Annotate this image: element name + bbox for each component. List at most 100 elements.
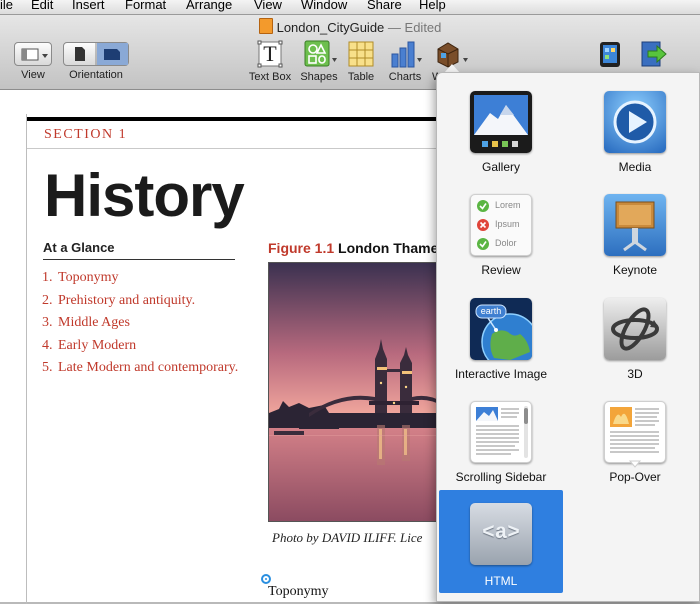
textbox-glyph: T — [263, 41, 277, 66]
toc-text: Toponymy — [58, 270, 119, 285]
table-label: Table — [347, 71, 375, 83]
view-icon — [21, 48, 48, 61]
menu-view[interactable]: View — [254, 0, 282, 12]
widget-label: HTML — [484, 574, 518, 588]
charts-icon — [390, 40, 422, 68]
review-icon: Lorem Ipsum Dolor — [470, 194, 532, 256]
menu-window[interactable]: Window — [301, 0, 347, 12]
menu-format[interactable]: Format — [125, 0, 166, 12]
subheading-toponymy[interactable]: Toponymy — [268, 584, 328, 600]
widget-label: 3D — [627, 367, 643, 381]
widget-keynote[interactable]: Keynote — [573, 180, 697, 280]
toc-number: 4. — [42, 337, 53, 353]
view-button[interactable]: View — [13, 42, 53, 81]
widget-scrolling-sidebar[interactable]: Scrolling Sidebar — [439, 387, 563, 487]
toc-item-middle-ages[interactable]: 3. Middle Ages — [42, 315, 242, 331]
charts-button[interactable]: Charts — [384, 40, 426, 83]
anchor-handle[interactable] — [261, 574, 271, 584]
shapes-label: Shapes — [300, 71, 338, 83]
widget-html[interactable]: <a> HTML — [439, 490, 563, 593]
review-option: Dolor — [495, 238, 517, 248]
orientation-icons — [75, 43, 128, 65]
widget-interactive-image[interactable]: earth Interactive Image — [439, 284, 563, 384]
3d-rotate-icon — [604, 298, 666, 360]
widget-label: Keynote — [612, 263, 658, 277]
ipad-icon — [600, 42, 620, 67]
widget-label: Review — [481, 263, 521, 277]
toc-text: Early Modern — [58, 337, 137, 353]
london-photo[interactable] — [268, 262, 443, 522]
toc-number: 3. — [42, 315, 53, 330]
toc-text: Prehistory and antiquity. — [58, 292, 196, 308]
menu-help[interactable]: Help — [419, 0, 446, 12]
orientation-control[interactable]: Orientation — [63, 42, 129, 81]
document-icon — [258, 18, 273, 34]
tower-bridge-image — [269, 263, 442, 521]
menu-share[interactable]: Share — [367, 0, 402, 12]
review-option: Lorem — [495, 200, 521, 210]
preview-button[interactable] — [597, 40, 623, 71]
html-icon: <a> — [470, 503, 532, 565]
toc-number: 1. — [42, 270, 53, 285]
gallery-icon — [470, 91, 532, 153]
toc-item-late-modern[interactable]: 5. Late Modern and contemporary. — [42, 360, 242, 376]
glance-title: At a Glance — [43, 240, 115, 255]
publish-icon — [641, 41, 667, 67]
scrolling-sidebar-icon — [470, 401, 532, 463]
figure-title: London Thame — [338, 240, 439, 256]
html-glyph: <a> — [482, 522, 520, 545]
menu-insert[interactable]: Insert — [72, 0, 105, 12]
figure-caption: Figure 1.1 London Thame — [268, 240, 438, 256]
orientation-segment[interactable] — [63, 42, 129, 66]
widget-gallery[interactable]: Gallery — [439, 77, 563, 177]
toc-item-early-modern[interactable]: 4. Early Modern — [42, 338, 242, 354]
toc-item-prehistory[interactable]: 2. Prehistory and antiquity. — [42, 293, 242, 309]
edited-status: — Edited — [387, 20, 442, 35]
toc-text: Late Modern and contemporary. — [58, 360, 239, 375]
textbox-label: Text Box — [248, 71, 292, 83]
glance-divider — [43, 259, 235, 260]
menu-edit[interactable]: Edit — [31, 0, 53, 12]
shapes-button[interactable]: Shapes — [299, 40, 339, 83]
publish-button[interactable] — [640, 40, 668, 71]
widget-review[interactable]: Lorem Ipsum Dolor Review — [439, 180, 563, 280]
shapes-icon — [304, 40, 337, 68]
widget-3d[interactable]: 3D — [573, 284, 697, 384]
toc-text: Middle Ages — [58, 315, 130, 330]
table-of-contents: 1. Toponymy 2. Prehistory and antiquity. 3… — [42, 270, 242, 383]
keynote-icon — [604, 194, 666, 256]
review-option: Ipsum — [495, 219, 520, 229]
menu-file[interactable]: ile — [0, 0, 13, 12]
menu-bar: ile Edit Insert Format Arrange View Wind… — [0, 0, 700, 15]
widgets-popover: Gallery Media Lorem Ipsum Dolor Review K… — [436, 72, 700, 602]
play-icon — [604, 91, 666, 153]
chapter-heading[interactable]: History — [44, 166, 245, 226]
widget-label: Scrolling Sidebar — [455, 470, 547, 484]
view-segment[interactable] — [14, 42, 52, 66]
earth-badge: earth — [480, 306, 502, 316]
toc-number: 2. — [42, 292, 53, 308]
widget-media[interactable]: Media — [573, 77, 697, 177]
section-label: SECTION 1 — [44, 127, 128, 142]
textbox-button[interactable]: T Text Box — [246, 40, 294, 83]
window-title: London_CityGuide — Edited — [0, 18, 700, 35]
earth-icon: earth — [470, 298, 532, 360]
photo-credit: Photo by DAVID ILIFF. Lice — [272, 530, 423, 545]
table-button[interactable]: Table — [343, 40, 379, 83]
widget-label: Pop-Over — [609, 470, 661, 484]
figure-number: Figure 1.1 — [268, 240, 335, 256]
textbox-icon: T — [255, 40, 285, 68]
table-icon — [346, 40, 376, 68]
pop-over-icon — [604, 401, 666, 468]
charts-label: Charts — [388, 71, 422, 83]
toc-number: 5. — [42, 360, 53, 375]
widget-label: Media — [618, 160, 652, 174]
widget-label: Interactive Image — [454, 367, 548, 381]
widget-pop-over[interactable]: Pop-Over — [573, 387, 697, 487]
widget-label: Gallery — [481, 160, 520, 174]
menu-arrange[interactable]: Arrange — [186, 0, 232, 12]
document-name: London_CityGuide — [276, 20, 385, 35]
orientation-label: Orientation — [69, 69, 123, 81]
toc-item-toponymy[interactable]: 1. Toponymy — [42, 270, 242, 286]
view-label: View — [21, 69, 45, 81]
